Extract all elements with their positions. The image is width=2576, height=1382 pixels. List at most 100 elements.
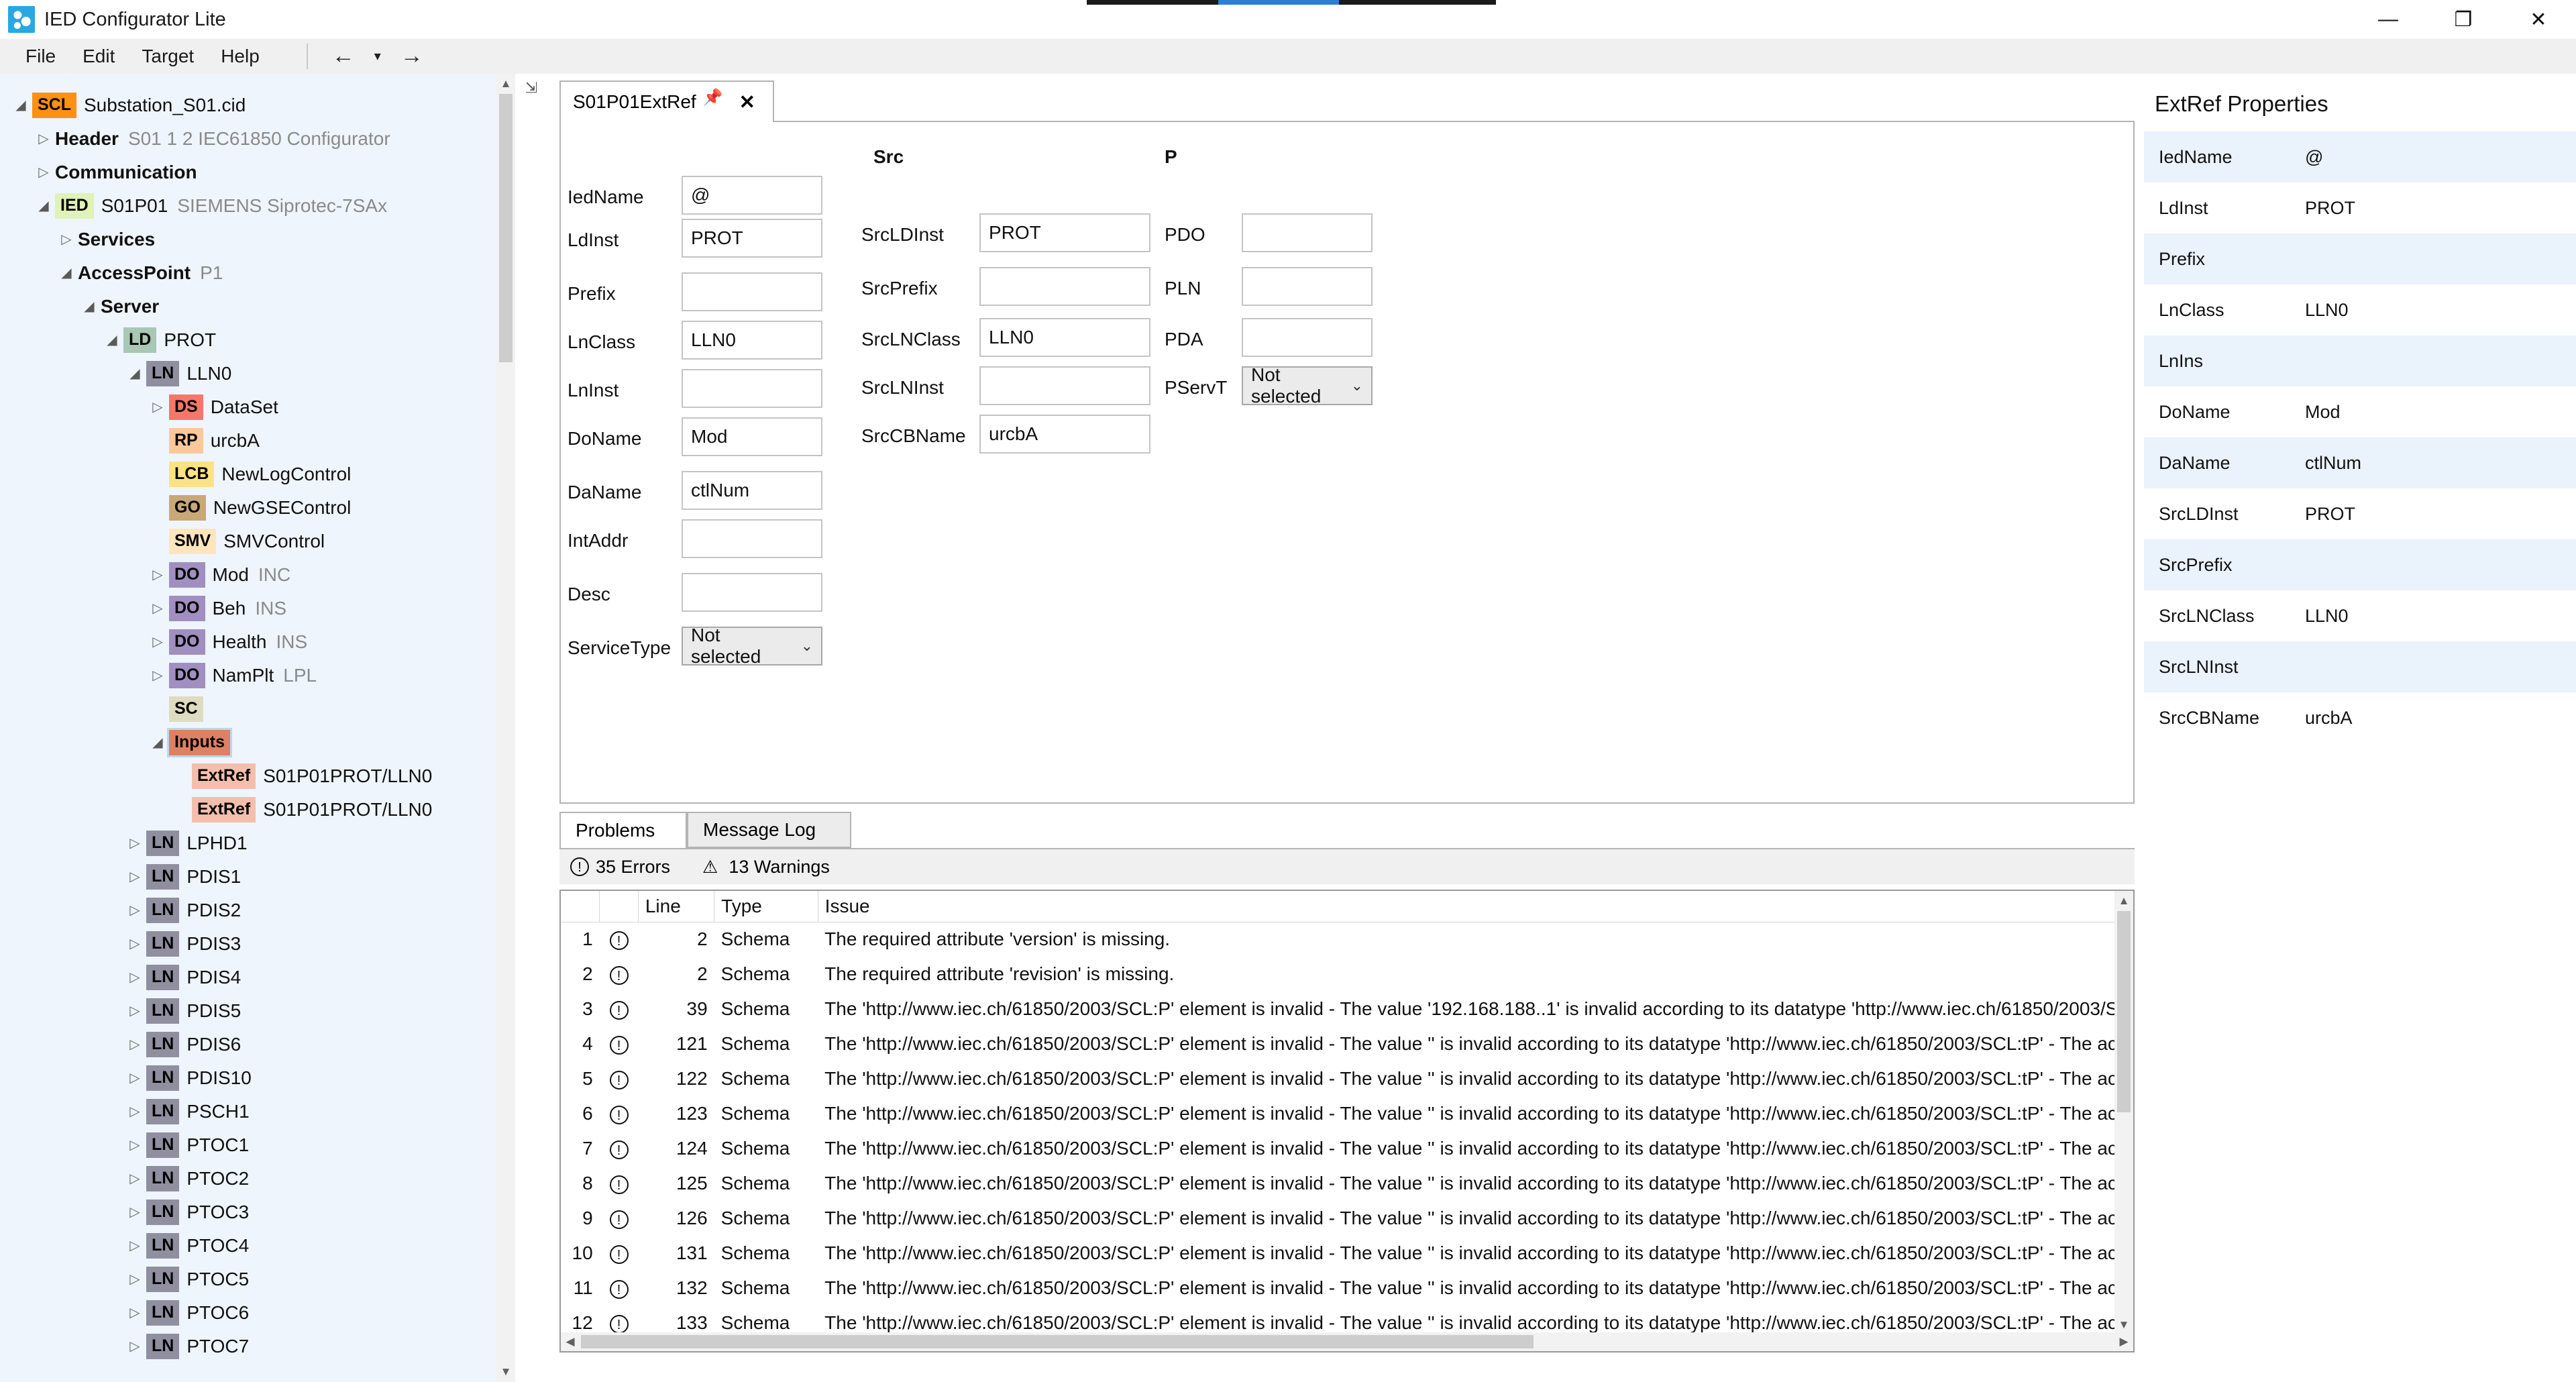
tree-node-dataset[interactable]: ▷ DS DataSet [0,390,515,424]
menu-item-edit[interactable]: Edit [69,42,128,71]
tree-node-ptoc7[interactable]: ▷ LN PTOC7 [0,1330,515,1363]
tree-node-s01p01[interactable]: ◢ IED S01P01 SIEMENS Siprotec-7SAx [0,189,515,223]
tree-node-ptoc6[interactable]: ▷ LN PTOC6 [0,1296,515,1330]
expander-closed-icon[interactable]: ▷ [123,1273,146,1286]
tree-node-ptoc4[interactable]: ▷ LN PTOC4 [0,1229,515,1263]
expander-closed-icon[interactable]: ▷ [146,635,169,649]
problems-scroll-up-icon[interactable]: ▲ [2114,891,2133,911]
sidebar-scrollbar[interactable]: ▲ ▼ [496,74,515,1382]
field-pln-input[interactable] [1242,267,1373,306]
expander-open-icon[interactable]: ◢ [55,266,78,280]
expander-closed-icon[interactable]: ▷ [123,904,146,917]
expander-open-icon[interactable]: ◢ [146,736,169,749]
pservt-select[interactable]: Not selected ⌄ [1242,364,1373,407]
expander-closed-icon[interactable]: ▷ [146,669,169,682]
sidebar-scroll-up-icon[interactable]: ▲ [496,74,515,94]
splitter-handle[interactable]: ⇲ [518,74,545,1382]
problems-scroll-left-icon[interactable]: ◀ [561,1332,580,1351]
field-srcprefix-input[interactable] [979,267,1150,306]
field-srcldinst-input[interactable]: PROT [979,213,1150,252]
table-row[interactable]: 5! 122 Schema The 'http://www.iec.ch/61850/… [561,1061,2133,1096]
expander-closed-icon[interactable]: ▷ [32,132,55,146]
pin-icon[interactable]: 📌 [703,88,723,107]
expander-closed-icon[interactable]: ▷ [55,233,78,246]
field-pda-input[interactable] [1242,318,1373,357]
tree-node-communication[interactable]: ▷ Communication [0,156,515,189]
navigate-back-icon[interactable]: ← [323,41,364,72]
col-header-type[interactable]: Type [714,891,818,922]
sidebar-scroll-thumb[interactable] [499,94,513,362]
expander-closed-icon[interactable]: ▷ [123,1206,146,1219]
expander-closed-icon[interactable]: ▷ [123,1071,146,1085]
tree-node-accesspoint[interactable]: ◢ AccessPoint P1 [0,256,515,290]
tree-node-urcba[interactable]: RP urcbA [0,424,515,458]
property-row-lnclass[interactable]: LnClass LLN0 [2144,284,2576,335]
field-ldinst-input[interactable]: PROT [682,219,822,258]
tree-node-ptoc1[interactable]: ▷ LN PTOC1 [0,1128,515,1162]
expander-open-icon[interactable]: ◢ [123,367,146,380]
problems-horizontal-scrollbar[interactable]: ◀ ▶ [561,1332,2133,1351]
expander-closed-icon[interactable]: ▷ [123,1340,146,1353]
problems-hscroll-thumb[interactable] [581,1335,1534,1348]
expander-closed-icon[interactable]: ▷ [123,1105,146,1118]
table-row[interactable]: 2! 2 Schema The required attribute 'revisio… [561,957,2133,992]
tree-node-ptoc5[interactable]: ▷ LN PTOC5 [0,1263,515,1296]
expander-closed-icon[interactable]: ▷ [146,568,169,582]
expander-closed-icon[interactable]: ▷ [123,971,146,984]
property-row-srccbname[interactable]: SrcCBName urcbA [2144,692,2576,743]
field-srclnclass-input[interactable]: LLN0 [979,318,1150,357]
servicetype-select[interactable]: Not selected ⌄ [682,625,822,667]
table-row[interactable]: 8! 125 Schema The 'http://www.iec.ch/61850/… [561,1166,2133,1201]
tab-message-log[interactable]: Message Log [687,812,851,848]
expander-open-icon[interactable]: ◢ [9,99,32,112]
tree-node-smvcontrol[interactable]: SMV SMVControl [0,525,515,558]
expander-closed-icon[interactable]: ▷ [123,1239,146,1253]
property-row-srcldinst[interactable]: SrcLDInst PROT [2144,488,2576,539]
tree-node-sc[interactable]: SC [0,692,515,726]
tree-node-pdis10[interactable]: ▷ LN PDIS10 [0,1061,515,1095]
expander-closed-icon[interactable]: ▷ [123,870,146,884]
field-srclninst-input[interactable] [979,366,1150,405]
col-header-line[interactable]: Line [638,891,715,922]
property-row-iedname[interactable]: IedName @ [2144,131,2576,182]
expander-closed-icon[interactable]: ▷ [123,837,146,850]
field-iedname-input[interactable]: @ [682,176,822,215]
tree-node-substation-s01-cid[interactable]: ◢ SCL Substation_S01.cid [0,89,515,122]
problems-vscroll-thumb[interactable] [2117,911,2131,1112]
close-button[interactable]: ✕ [2501,0,2576,39]
tree-node-pdis1[interactable]: ▷ LN PDIS1 [0,860,515,894]
table-row[interactable]: 10! 131 Schema The 'http://www.iec.ch/61850… [561,1236,2133,1271]
property-row-lnins[interactable]: LnIns [2144,335,2576,386]
tree-node-pdis2[interactable]: ▷ LN PDIS2 [0,894,515,927]
expander-closed-icon[interactable]: ▷ [123,1038,146,1051]
table-row[interactable]: 9! 126 Schema The 'http://www.iec.ch/61850/… [561,1201,2133,1236]
tree-node-beh[interactable]: ▷ DO Beh INS [0,592,515,625]
tree-node-pdis3[interactable]: ▷ LN PDIS3 [0,927,515,961]
table-row[interactable]: 1! 2 Schema The required attribute 'version… [561,922,2133,957]
menu-item-help[interactable]: Help [207,42,273,71]
tree-node-lln0[interactable]: ◢ LN LLN0 [0,357,515,390]
field-pdo-input[interactable] [1242,213,1373,252]
expander-closed-icon[interactable]: ▷ [123,1306,146,1320]
field-doname-input[interactable]: Mod [682,417,822,456]
tree-node-services[interactable]: ▷ Services [0,223,515,256]
tab-s01p01extref[interactable]: S01P01ExtRef 📌 ✕ [559,81,774,122]
property-row-ldinst[interactable]: LdInst PROT [2144,182,2576,233]
property-row-prefix[interactable]: Prefix [2144,233,2576,284]
property-row-srclninst[interactable]: SrcLNInst [2144,641,2576,692]
expander-closed-icon[interactable]: ▷ [146,602,169,615]
tree-node-psch1[interactable]: ▷ LN PSCH1 [0,1095,515,1128]
navigate-history-dropdown-icon[interactable]: ▾ [364,41,391,72]
tree-node-lphd1[interactable]: ▷ LN LPHD1 [0,827,515,860]
expander-open-icon[interactable]: ◢ [101,333,123,347]
field-lninst-input[interactable] [682,369,822,408]
expander-closed-icon[interactable]: ▷ [123,1004,146,1018]
minimize-button[interactable]: — [2351,0,2426,39]
tree-node-s01p01prot-lln0[interactable]: ExtRef S01P01PROT/LLN0 [0,793,515,827]
table-row[interactable]: 11! 132 Schema The 'http://www.iec.ch/61850… [561,1271,2133,1306]
tree-node-pdis5[interactable]: ▷ LN PDIS5 [0,994,515,1028]
tab-problems[interactable]: Problems [559,812,687,848]
field-desc-input[interactable] [682,573,822,612]
tree-node-newlogcontrol[interactable]: LCB NewLogControl [0,458,515,491]
field-intaddr-input[interactable] [682,519,822,558]
